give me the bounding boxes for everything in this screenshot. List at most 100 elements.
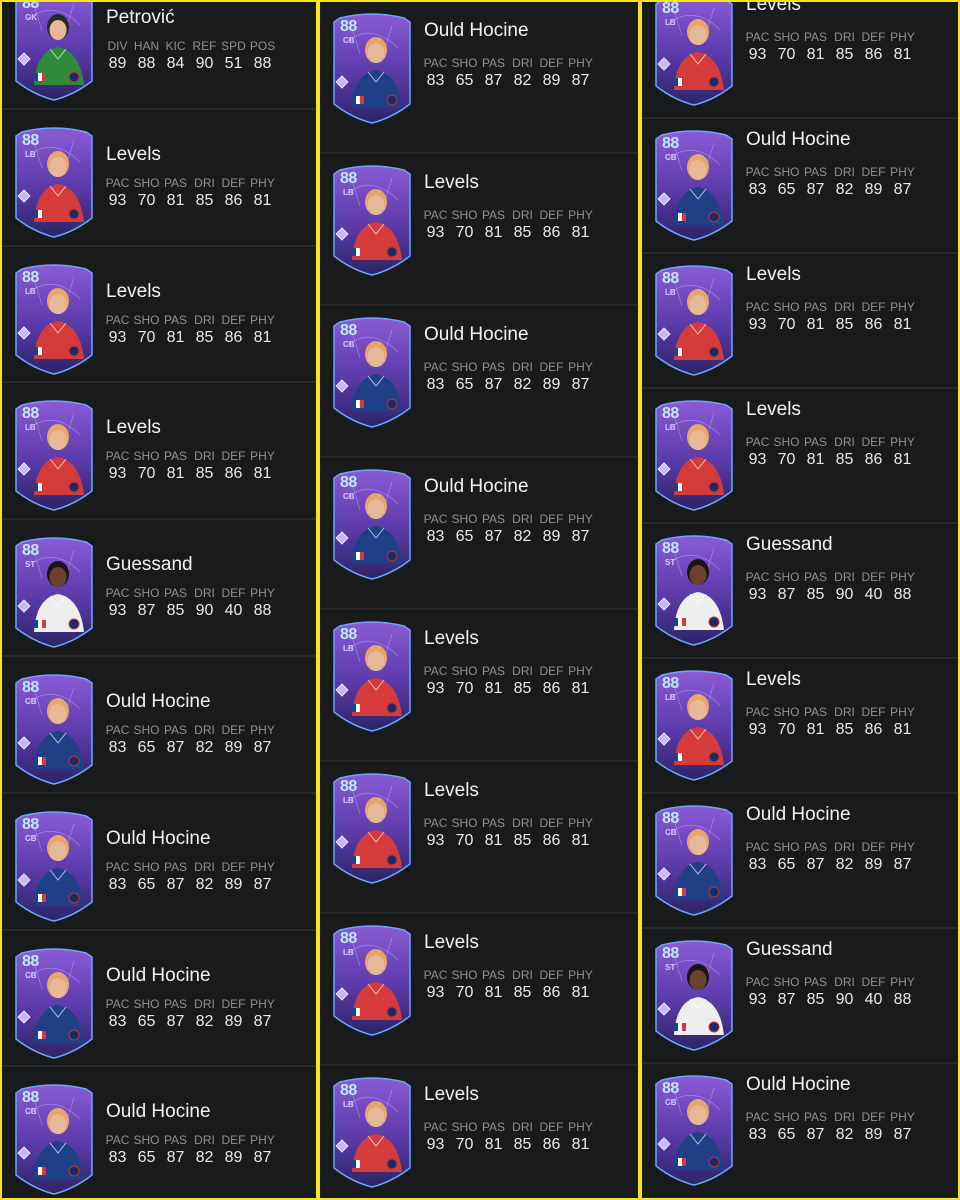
- player-row[interactable]: 88 CB Ould Hocine PAC 83 SHO 65 PAS 87 D…: [2, 794, 316, 931]
- stat-value: 82: [513, 376, 532, 393]
- player-row[interactable]: 88 LB Levels PAC 93 SHO 70 PAS 81 DRI 85…: [2, 110, 316, 247]
- player-card-icon[interactable]: 88 LB: [332, 164, 412, 276]
- stat-value: 88: [137, 55, 156, 72]
- stat-label: DEF: [539, 968, 564, 982]
- stat-pac: PAC 93: [743, 435, 772, 469]
- stat-label: DEF: [539, 816, 564, 830]
- player-card-icon[interactable]: 88 LB: [332, 1076, 412, 1188]
- player-row[interactable]: 88 LB Levels PAC 93 SHO 70 PAS 81 DRI 85…: [320, 1066, 638, 1198]
- stat-label: DRI: [834, 30, 855, 44]
- player-card-icon[interactable]: 88 CB: [654, 129, 734, 241]
- player-row[interactable]: 88 CB Ould Hocine PAC 83 SHO 65 PAS 87 D…: [642, 119, 958, 254]
- player-row[interactable]: 88 LB Levels PAC 93 SHO 70 PAS 81 DRI 85…: [2, 383, 316, 521]
- stat-label: PAS: [163, 449, 188, 464]
- player-card-icon[interactable]: 88 LB: [654, 669, 734, 781]
- player-card-icon[interactable]: 88 LB: [14, 399, 94, 512]
- stat-dri: DRI 82: [830, 840, 859, 874]
- stat-value: 87: [893, 181, 912, 198]
- stat-pas: PAS 81: [801, 705, 830, 739]
- stat-dri: DRI 85: [830, 705, 859, 739]
- stat-label: PHY: [890, 705, 915, 719]
- player-row[interactable]: 88 CB Ould Hocine PAC 83 SHO 65 PAS 87 D…: [2, 1067, 316, 1198]
- player-card-icon[interactable]: 88 ST: [654, 939, 734, 1051]
- stat-pas: PAS 81: [479, 664, 508, 698]
- player-row[interactable]: 88 LB Levels PAC 93 SHO 70 PAS 81 DRI 85…: [642, 254, 958, 389]
- stat-label: PAC: [105, 1133, 130, 1148]
- player-row[interactable]: 88 CB Ould Hocine PAC 83 SHO 65 PAS 87 D…: [2, 657, 316, 794]
- player-card-icon[interactable]: 88 CB: [14, 1083, 94, 1196]
- player-card-icon[interactable]: 88 CB: [654, 1074, 734, 1186]
- player-row[interactable]: 88 CB Ould Hocine PAC 83 SHO 65 PAS 87 D…: [642, 794, 958, 929]
- stat-sho: SHO 70: [132, 176, 161, 210]
- stat-label: PAC: [745, 570, 770, 584]
- stat-value: 81: [571, 224, 590, 241]
- stat-value: 93: [748, 721, 767, 738]
- stat-pac: PAC 93: [103, 176, 132, 210]
- player-card-icon[interactable]: 88 LB: [654, 2, 734, 106]
- stat-dri: DRI 85: [190, 176, 219, 210]
- player-card-icon[interactable]: 88 LB: [332, 924, 412, 1036]
- stat-value: 90: [195, 55, 214, 72]
- player-card-icon[interactable]: 88 ST: [654, 534, 734, 646]
- player-card-icon[interactable]: 88 CB: [14, 810, 94, 922]
- player-row[interactable]: 88 LB Levels PAC 93 SHO 70 PAS 81 DRI 85…: [320, 610, 638, 762]
- stat-value: 93: [426, 680, 445, 697]
- player-row[interactable]: 88 LB Levels PAC 93 SHO 70 PAS 81 DRI 85…: [320, 154, 638, 306]
- player-row[interactable]: 88 CB Ould Hocine PAC 83 SHO 65 PAS 87 D…: [642, 1064, 958, 1198]
- stat-dri: DRI 82: [190, 997, 219, 1031]
- stat-dri: DRI 85: [508, 1120, 537, 1154]
- stat-label: PAS: [803, 1110, 828, 1124]
- player-row[interactable]: 88 LB Levels PAC 93 SHO 70 PAS 81 DRI 85…: [320, 914, 638, 1066]
- stat-div: DIV 89: [103, 39, 132, 73]
- player-row[interactable]: 88 CB Ould Hocine PAC 83 SHO 65 PAS 87 D…: [320, 458, 638, 610]
- player-row[interactable]: 88 LB Levels PAC 93 SHO 70 PAS 81 DRI 85…: [642, 659, 958, 794]
- player-card-icon[interactable]: 88 CB: [14, 673, 94, 785]
- player-card-icon[interactable]: 88 LB: [654, 399, 734, 511]
- stat-label: DRI: [512, 968, 533, 982]
- player-row[interactable]: 88 CB Ould Hocine PAC 83 SHO 65 PAS 87 D…: [320, 306, 638, 458]
- player-card-icon[interactable]: 88 CB: [332, 12, 412, 124]
- player-card-icon[interactable]: 88 LB: [14, 263, 94, 375]
- stat-pas: PAS 85: [161, 586, 190, 620]
- stat-label: PAC: [423, 968, 448, 982]
- player-row[interactable]: 88 ST Guessand PAC 93 SHO 87 PAS 85 DRI …: [642, 524, 958, 659]
- player-card-icon[interactable]: 88 ST: [14, 536, 94, 648]
- stat-value: 85: [166, 602, 185, 620]
- stat-value: 65: [137, 875, 156, 893]
- player-card-icon[interactable]: 88 CB: [14, 947, 94, 1059]
- stat-dri: DRI 90: [830, 975, 859, 1009]
- player-row[interactable]: 88 LB Levels PAC 93 SHO 70 PAS 81 DRI 85…: [642, 389, 958, 524]
- player-row[interactable]: 88 LB Levels PAC 93 SHO 70 PAS 81 DRI 85…: [2, 247, 316, 384]
- player-card-icon[interactable]: 88 LB: [14, 126, 94, 238]
- stat-pas: PAS 85: [801, 570, 830, 604]
- stat-phy: PHY 87: [248, 860, 277, 894]
- player-card-icon[interactable]: 88 CB: [332, 316, 412, 428]
- stat-label: PHY: [890, 30, 915, 44]
- player-row[interactable]: 88 GK Petrović DIV 89 HAN 88 KIC 84 REF …: [2, 2, 316, 110]
- player-name: Levels: [424, 628, 479, 649]
- stat-pas: PAS 87: [479, 360, 508, 394]
- player-card-icon[interactable]: 88 LB: [332, 620, 412, 732]
- stat-value: 86: [542, 984, 561, 1001]
- player-card-icon[interactable]: 88 LB: [332, 772, 412, 884]
- player-row[interactable]: 88 LB Levels PAC 93 SHO 70 PAS 81 DRI 85…: [320, 762, 638, 914]
- player-rating: 88: [22, 542, 39, 560]
- stat-label: PAC: [105, 723, 130, 737]
- player-card-icon[interactable]: 88 CB: [654, 804, 734, 916]
- player-card-icon[interactable]: 88 CB: [332, 468, 412, 580]
- stat-label: PAS: [163, 175, 188, 190]
- player-row[interactable]: 88 CB Ould Hocine PAC 83 SHO 65 PAS 87 D…: [320, 2, 638, 154]
- player-row[interactable]: 88 ST Guessand PAC 93 SHO 87 PAS 85 DRI …: [642, 929, 958, 1064]
- stat-pac: PAC 83: [743, 1110, 772, 1144]
- stat-value: 87: [253, 1149, 272, 1167]
- player-row[interactable]: 88 CB Ould Hocine PAC 83 SHO 65 PAS 87 D…: [2, 931, 316, 1068]
- player-card-icon[interactable]: 88 GK: [14, 2, 94, 101]
- player-rating: 88: [340, 170, 357, 187]
- player-card-icon[interactable]: 88 LB: [654, 264, 734, 376]
- player-row[interactable]: 88 LB Levels PAC 93 SHO 70 PAS 81 DRI 85…: [642, 2, 958, 119]
- stat-label: DRI: [512, 360, 533, 374]
- stat-label: DEF: [539, 1120, 564, 1134]
- player-row[interactable]: 88 ST Guessand PAC 93 SHO 87 PAS 85 DRI …: [2, 520, 316, 657]
- player-rating: 88: [340, 778, 357, 795]
- stat-value: 88: [893, 586, 912, 603]
